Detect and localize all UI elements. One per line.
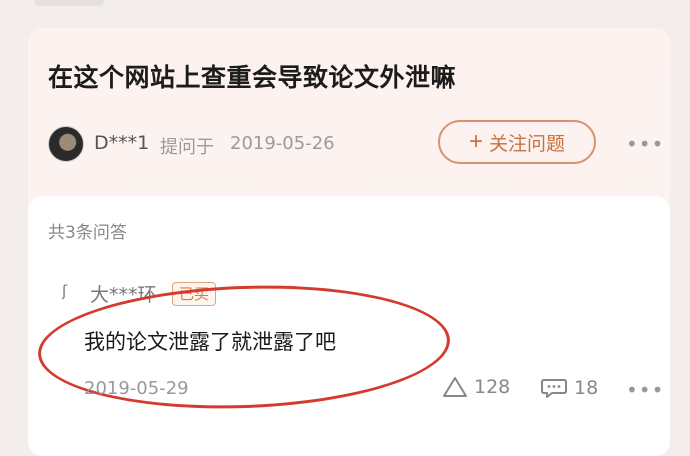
comment-stat[interactable]: 18 [540, 376, 598, 400]
purchased-badge: 已买 [172, 282, 217, 306]
answers-card: 共3条问答 ʃ 大***环 已买 我的论文泄露了就泄露了吧 2019-05-29… [28, 196, 670, 456]
like-stat[interactable]: 128 [442, 376, 510, 398]
like-count: 128 [474, 376, 511, 398]
follow-question-label: 关注问题 [489, 133, 566, 155]
answers-count: 共3条问答 [48, 223, 127, 243]
plus-icon: + [468, 128, 483, 155]
answer-date: 2019-05-29 [84, 378, 189, 399]
asked-date: 2019-05-26 [230, 133, 335, 154]
asked-label: 提问于 [160, 137, 214, 158]
comment-bubble-icon [541, 379, 567, 398]
question-title: 在这个网站上查重会导致论文外泄嘛 [48, 63, 457, 92]
answer-text[interactable]: 我的论文泄露了就泄露了吧 [84, 326, 336, 356]
asker-row: D***1 提问于 2019-05-26 + 关注问题 ••• [48, 120, 663, 164]
follow-question-button[interactable]: + 关注问题 [438, 120, 596, 164]
answerer-name[interactable]: 大***环 [90, 280, 157, 307]
more-icon[interactable]: ••• [626, 134, 664, 154]
answer-more-icon[interactable]: ••• [626, 380, 664, 400]
triangle-up-icon [443, 377, 467, 397]
answerer-avatar-icon: ʃ [62, 282, 68, 300]
asker-name[interactable]: D***1 [94, 132, 149, 154]
avatar[interactable] [48, 126, 84, 162]
comment-count: 18 [574, 377, 599, 399]
top-tab-stub [34, 0, 104, 6]
